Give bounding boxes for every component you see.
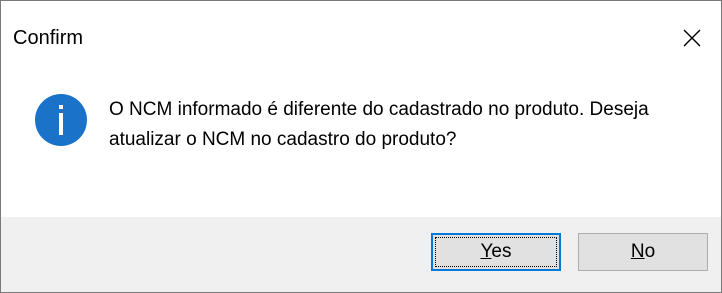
yes-button-label: Yes bbox=[480, 241, 511, 263]
yes-label-rest: es bbox=[491, 241, 512, 262]
close-icon bbox=[682, 28, 702, 48]
button-bar: Yes No bbox=[1, 217, 721, 292]
no-button-label: No bbox=[631, 241, 655, 263]
no-accelerator: N bbox=[630, 241, 645, 262]
no-label-rest: o bbox=[644, 241, 656, 262]
dialog-content: O NCM informado é diferente do cadastrad… bbox=[1, 69, 721, 217]
yes-button[interactable]: Yes bbox=[431, 233, 561, 271]
title-bar[interactable]: Confirm bbox=[1, 1, 721, 69]
info-icon bbox=[34, 93, 88, 147]
yes-accelerator: Y bbox=[480, 241, 492, 262]
close-button[interactable] bbox=[669, 19, 715, 57]
dialog-title: Confirm bbox=[13, 27, 84, 49]
no-button[interactable]: No bbox=[578, 233, 708, 271]
dialog-message: O NCM informado é diferente do cadastrad… bbox=[109, 99, 649, 150]
confirm-dialog: Confirm O NCM informado é diferente do c… bbox=[0, 0, 722, 293]
